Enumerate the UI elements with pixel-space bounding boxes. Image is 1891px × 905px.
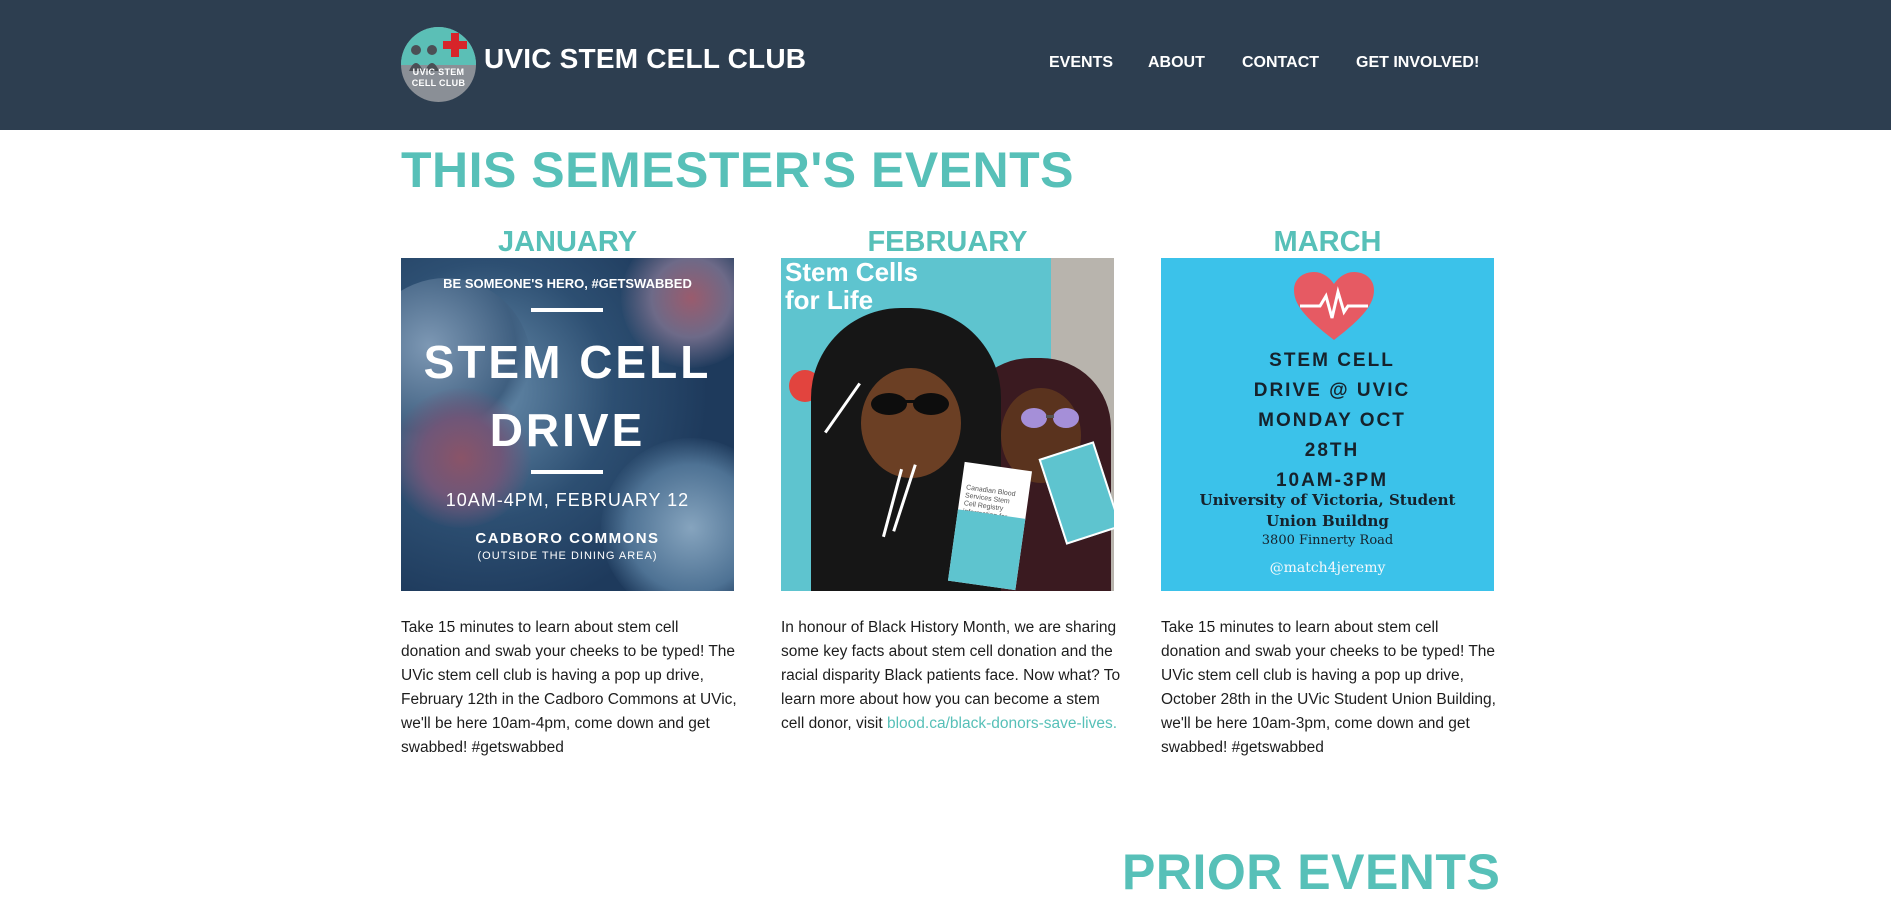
- red-cross-icon: [443, 33, 467, 57]
- purple-glasses-icon: [1021, 408, 1079, 428]
- registry-card-band: [947, 509, 1026, 591]
- poster-line-3: MONDAY OCT: [1258, 410, 1406, 431]
- poster-headline-line1: STEM CELL: [423, 336, 712, 388]
- poster-location: CADBORO COMMONS: [475, 530, 660, 547]
- prior-events-title: PRIOR EVENTS: [1122, 844, 1501, 900]
- poster-tagline: BE SOMEONE'S HERO, #GETSWABBED: [443, 276, 692, 291]
- march-event-poster: STEM CELL DRIVE @ UVIC MONDAY OCT 28TH 1…: [1161, 258, 1494, 591]
- month-heading-january: JANUARY: [497, 226, 638, 258]
- january-event-poster: BE SOMEONE'S HERO, #GETSWABBED STEM CELL…: [401, 258, 734, 591]
- poster-line-1: STEM CELL: [1269, 350, 1395, 371]
- nav-get-involved[interactable]: GET INVOLVED!: [1356, 54, 1479, 72]
- february-event-photo: Stem Cells for Life Canadian Blood Servi…: [781, 258, 1114, 591]
- poster-divider: [531, 308, 603, 312]
- poster-headline: STEM CELL DRIVE: [401, 328, 734, 464]
- site-header: UVIC STEM CELL CLUB UVIC STEM CELL CLUB …: [0, 0, 1891, 130]
- poster-location-note: (OUTSIDE THE DINING AREA): [477, 550, 658, 562]
- poster-handle: @match4jeremy: [1269, 560, 1386, 576]
- banner-text: Stem Cells for Life: [785, 258, 918, 314]
- month-heading-march: MARCH: [1273, 226, 1382, 258]
- blood-ca-link[interactable]: blood.ca/black-donors-save-lives.: [887, 715, 1117, 732]
- february-event-description: In honour of Black History Month, we are…: [781, 616, 1121, 736]
- poster-text: STEM CELL DRIVE @ UVIC MONDAY OCT 28TH 1…: [1161, 346, 1494, 496]
- poster-headline-line2: DRIVE: [489, 404, 646, 456]
- club-logo[interactable]: UVIC STEM CELL CLUB: [401, 27, 476, 102]
- nav-contact[interactable]: CONTACT: [1242, 54, 1319, 72]
- poster-line-4: 28TH: [1304, 440, 1360, 461]
- poster-line-2: DRIVE @ UVIC: [1253, 380, 1411, 401]
- nav-about[interactable]: ABOUT: [1148, 54, 1205, 72]
- sunglasses-icon: [871, 393, 949, 415]
- january-event-description: Take 15 minutes to learn about stem cell…: [401, 619, 737, 756]
- nav-events[interactable]: EVENTS: [1049, 54, 1113, 72]
- page-title: THIS SEMESTER'S EVENTS: [401, 142, 1075, 198]
- banner-text-line1: Stem Cells: [785, 258, 918, 287]
- logo-text: UVIC STEM CELL CLUB: [411, 67, 466, 88]
- heart-icon: [1294, 272, 1374, 340]
- poster-divider: [531, 470, 603, 474]
- face-left: [861, 368, 961, 478]
- march-event-description: Take 15 minutes to learn about stem cell…: [1161, 619, 1496, 756]
- month-heading-february: FEBRUARY: [867, 226, 1028, 258]
- poster-address: 3800 Finnerty Road: [1261, 533, 1394, 548]
- poster-venue: University of Victoria, Student Union Bu…: [1199, 491, 1456, 530]
- poster-time: 10AM-4PM, FEBRUARY 12: [445, 490, 690, 510]
- site-title[interactable]: UVIC STEM CELL CLUB: [484, 43, 806, 75]
